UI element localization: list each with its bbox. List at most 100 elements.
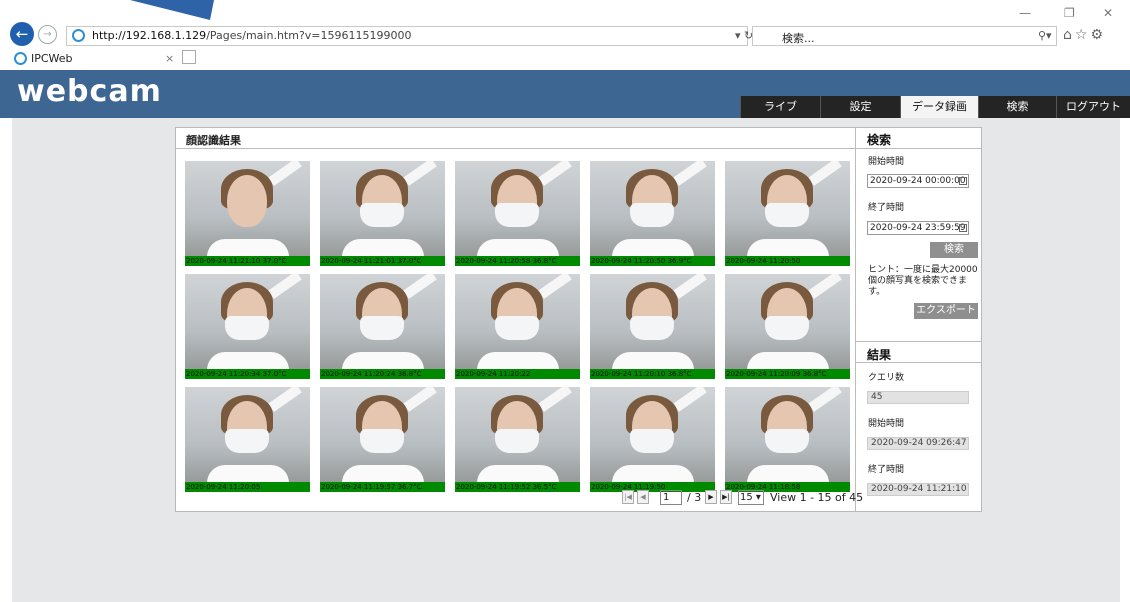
export-button[interactable]: エクスポート [914,303,978,319]
capture-caption: 2020-09-24 11:20:22 [455,369,580,379]
rows-per-page-select[interactable]: 15 ▾ [738,490,764,505]
nav-tab-settings[interactable]: 設定 [820,96,900,118]
shirt [612,239,694,257]
face-mask [360,203,404,227]
face-mask [495,203,539,227]
face-mask [495,316,539,340]
capture-caption: 2020-09-24 11:20:50 36.9°C [590,256,715,266]
browser-search-placeholder: 検索... [782,32,815,45]
ceiling-light [673,274,707,299]
ceiling-light [538,161,572,186]
capture-thumbnail[interactable]: 2020-09-24 11:20:22 [455,274,580,379]
nav-tab-data-recording[interactable]: データ録画 [900,96,978,118]
capture-thumbnail[interactable]: 2020-09-24 11:20:50 [725,161,850,266]
capture-thumbnail[interactable]: 2020-09-24 11:20:09 36.8°C [725,274,850,379]
minimize-icon[interactable]: — [1019,6,1031,20]
face-mask [225,429,269,453]
prev-page-icon[interactable]: ◀ [637,490,649,504]
nav-tab-live[interactable]: ライブ [740,96,820,118]
shirt [207,465,289,483]
face-mask [225,316,269,340]
shirt [342,352,424,370]
tab-close-icon[interactable]: × [165,52,174,65]
results-title: 顔認識結果 [186,134,241,147]
capture-caption: 2020-09-24 11:19:57 36.7°C [320,482,445,492]
rows-per-page-value: 15 [740,492,753,503]
query-count-label: クエリ数 [868,373,905,383]
shirt [207,239,289,257]
shirt [342,239,424,257]
shirt [342,465,424,483]
capture-thumbnail[interactable]: 2020-09-24 11:21:10 37.0°C [185,161,310,266]
back-button[interactable]: ← [10,22,34,46]
ceiling-light [538,274,572,299]
calendar-icon[interactable] [959,224,967,232]
ceiling-light [673,387,707,412]
ceiling-light [403,387,437,412]
query-count-value: 45 [867,391,969,404]
ie-logo-icon [72,29,85,42]
face-mask [765,316,809,340]
ceiling-light [268,387,302,412]
end-time-input[interactable]: 2020-09-24 23:59:59 [867,221,969,235]
capture-thumbnail[interactable]: 2020-09-24 11:20:24 36.8°C [320,274,445,379]
end-time-label: 終了時間 [868,203,905,213]
capture-thumbnail[interactable]: 2020-09-24 11:21:01 37.0°C [320,161,445,266]
divider [856,148,981,149]
capture-caption: 2020-09-24 11:19:52 36.5°C [455,482,580,492]
toolbar-icons[interactable]: ⌂☆⚙ [1063,27,1106,43]
ceiling-light [673,161,707,186]
face-mask [495,429,539,453]
shirt [612,352,694,370]
capture-thumbnail[interactable]: 2020-09-24 11:18:58 [725,387,850,492]
divider [856,341,981,342]
face-mask [630,316,674,340]
ceiling-light [808,161,842,186]
shirt [477,465,559,483]
view-range-text: View 1 - 15 of 45 [770,491,864,504]
capture-thumbnail[interactable]: 2020-09-24 11:20:50 36.9°C [590,161,715,266]
capture-thumbnail[interactable]: 2020-09-24 11:20:58 36.8°C [455,161,580,266]
divider [856,362,981,363]
start-time-input[interactable]: 2020-09-24 00:00:00 [867,174,969,188]
calendar-icon[interactable] [959,177,967,185]
refresh-icon[interactable]: ▾ ↻ [735,29,753,42]
result-start-label: 開始時間 [868,419,905,429]
capture-thumbnail[interactable]: 2020-09-24 11:20:05 [185,387,310,492]
capture-caption: 2020-09-24 11:20:34 37.0°C [185,369,310,379]
capture-thumbnail[interactable]: 2020-09-24 11:20:10 36.8°C [590,274,715,379]
forward-button[interactable]: → [38,25,57,44]
result-end-label: 終了時間 [868,465,905,475]
restore-icon[interactable]: ❐ [1064,6,1075,20]
search-button[interactable]: 検索 [930,242,978,258]
capture-caption: 2020-09-24 11:20:50 [725,256,850,266]
capture-thumbnail[interactable]: 2020-09-24 11:19:57 36.7°C [320,387,445,492]
search-icon[interactable]: ⚲▾ [1038,29,1052,42]
start-time-label: 開始時間 [868,157,905,167]
face-mask [360,316,404,340]
search-hint: ヒント：一度に最大20000個の顔写真を検索できます。 [868,265,978,297]
page-number-input[interactable]: 1 [660,490,682,505]
capture-caption: 2020-09-24 11:20:09 36.8°C [725,369,850,379]
capture-thumbnail[interactable]: 2020-09-24 11:20:34 37.0°C [185,274,310,379]
shirt [747,352,829,370]
nav-tab-search[interactable]: 検索 [978,96,1056,118]
capture-caption: 2020-09-24 11:20:10 36.8°C [590,369,715,379]
annotation-arrow [130,0,214,20]
new-tab-icon[interactable] [182,50,196,64]
face-mask [630,203,674,227]
capture-caption: 2020-09-24 11:21:01 37.0°C [320,256,445,266]
capture-caption: 2020-09-24 11:20:05 [185,482,310,492]
next-page-icon[interactable]: ▶ [705,490,717,504]
nav-tab-logout[interactable]: ログアウト [1056,96,1130,118]
search-panel-title: 検索 [867,133,892,147]
last-page-icon[interactable]: ▶| [720,490,732,504]
capture-thumbnail[interactable]: 2020-09-24 11:19:52 36.5°C [455,387,580,492]
result-end-value: 2020-09-24 11:21:10 [867,483,969,496]
tab-title: IPCWeb [31,52,73,65]
capture-thumbnail[interactable]: 2020-09-24 11:19:50 [590,387,715,492]
first-page-icon[interactable]: |◀ [622,490,634,504]
shirt [477,239,559,257]
close-window-icon[interactable]: ✕ [1103,6,1113,20]
shirt [207,352,289,370]
